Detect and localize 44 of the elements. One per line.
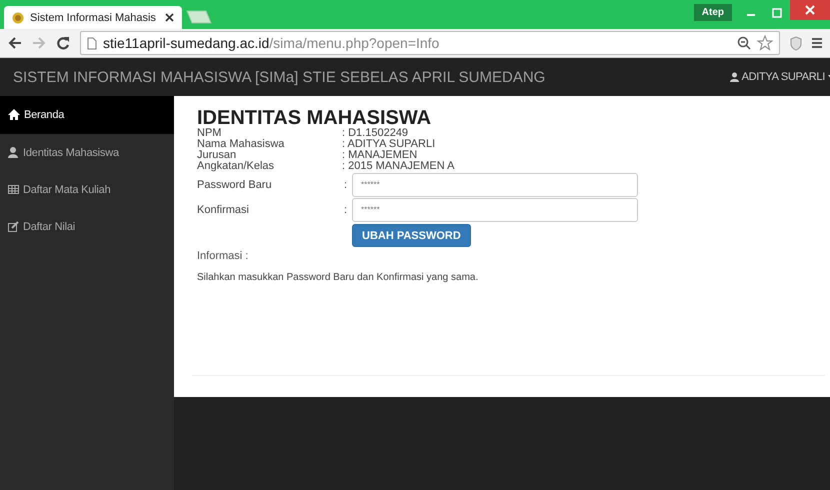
page-heading: IDENTITAS MAHASISWA [197,108,432,128]
field-label: Konfirmasi [197,204,250,216]
back-icon[interactable] [8,37,22,49]
colon-text: : [344,204,348,216]
reload-icon[interactable] [56,36,70,50]
detail-value: : D1.1502249 [342,128,410,139]
password-field[interactable]: ****** [352,198,638,222]
password-field[interactable]: ****** [352,172,638,196]
info-label: Informasi : [197,250,250,262]
colon-text: : [344,178,348,190]
detail-label: Angkatan/Kelas [197,161,276,172]
shield-icon[interactable] [790,36,802,50]
zoom-icon[interactable] [737,36,751,50]
user-icon [730,72,739,82]
menu-icon[interactable] [812,37,822,49]
favicon-icon [12,12,24,24]
edit-icon [8,220,19,232]
tab-title: Sistem Informasi Mahasis [30,12,157,24]
close-window-icon[interactable] [790,0,830,20]
detail-value: : MANAJEMEN [342,150,418,161]
change-password-button[interactable]: UBAH PASSWORD [352,224,471,247]
site-title[interactable]: SISTEM INFORMASI MAHASISWA [SIMa] STIE SEBELAS APRIL SUMEDANG [13,68,546,86]
address-bar[interactable]: stie11april-sumedang.ac.id/sima/menu.php?open=Info [80,31,780,55]
detail-value: : ADITYA SUPARLI [342,139,436,150]
detail-value: : 2015 MANAJEMEN A [342,161,456,172]
table-icon [8,184,19,196]
browser-tab[interactable]: Sistem Informasi Mahasis [4,6,182,29]
url-text: stie11april-sumedang.ac.id/sima/menu.php?open=Info [103,35,440,51]
home-icon [8,109,20,121]
info-message: Silahkan masukkan Password Baru dan Konfirmasi yang sama. [197,272,480,283]
sidebar-item[interactable]: Daftar Nilai [0,208,174,245]
sidebar-item[interactable]: Beranda [0,96,174,134]
detail-label: Jurusan [197,150,238,161]
sidebar-item[interactable]: Identitas Mahasiswa [0,134,174,171]
field-label: Password Baru [197,178,273,190]
close-icon[interactable] [165,13,174,22]
star-icon[interactable] [757,35,773,51]
user-icon [8,146,19,158]
detail-label: NPM [197,128,222,139]
sidebar-item[interactable]: Daftar Mata Kuliah [0,171,174,208]
page-icon [87,36,97,50]
profile-badge[interactable]: Atep [694,4,732,21]
user-menu[interactable]: ADITYA SUPARLI [730,71,830,83]
detail-label: Nama Mahasiswa [197,139,286,150]
